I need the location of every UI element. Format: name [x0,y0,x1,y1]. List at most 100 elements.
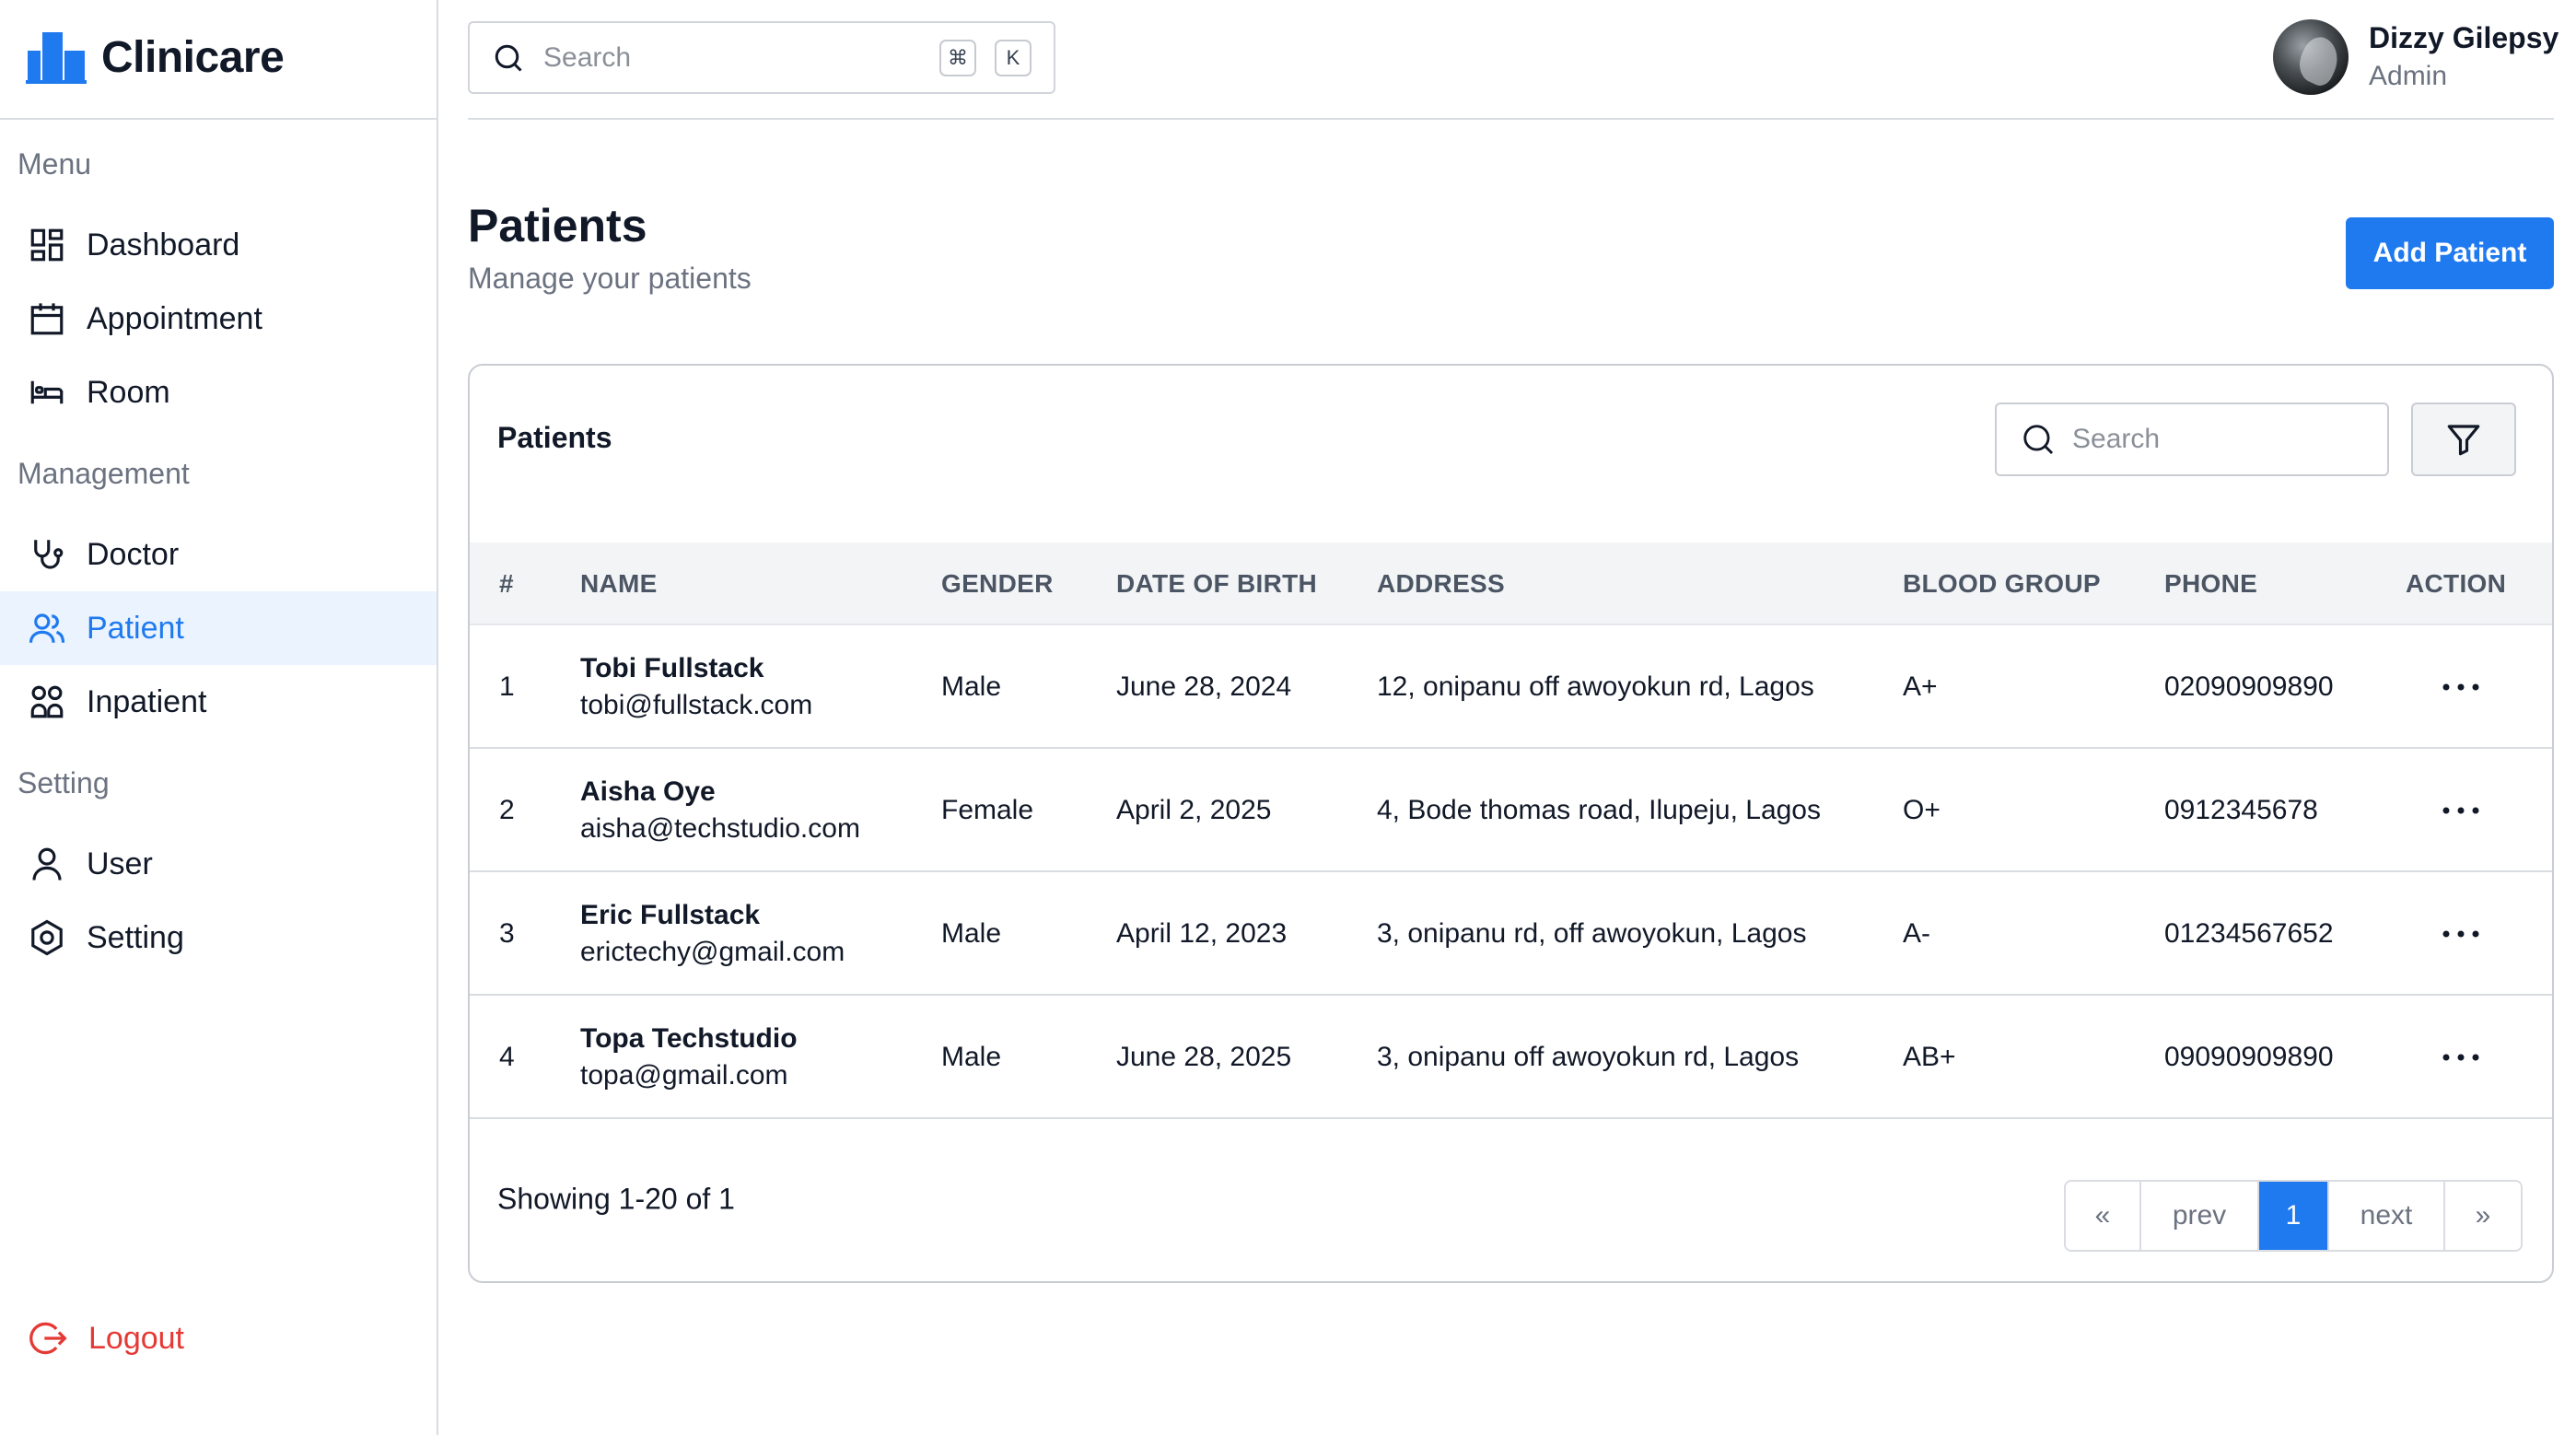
patient-name-cell: Eric Fullstack erictechy@gmail.com [580,872,845,996]
dashboard-icon [30,228,64,262]
patient-address: 12, onipanu off awoyokun rd, Lagos [1377,671,1814,702]
patient-blood-group: AB+ [1903,1042,1956,1072]
card-title: Patients [497,421,612,454]
table-row[interactable]: 2 Aisha Oye aisha@techstudio.com Female … [470,749,2552,872]
sidebar-item-setting[interactable]: Setting [0,901,437,974]
sidebar-item-user[interactable]: User [0,827,437,901]
sidebar-item-room[interactable]: Room [0,356,437,429]
patient-email: erictechy@gmail.com [580,937,845,967]
patient-dob: June 28, 2024 [1116,671,1292,702]
users-icon [29,613,65,643]
more-horizontal-icon [2442,683,2479,691]
sidebar-item-label: Appointment [87,300,262,336]
pagination-next-button[interactable]: next [2329,1182,2445,1250]
table-search-input[interactable]: Search [1995,402,2389,476]
patient-phone: 01234567652 [2164,918,2334,949]
patient-dob: April 12, 2023 [1116,918,1288,949]
sidebar-item-inpatient[interactable]: Inpatient [0,665,437,739]
pagination-last-button[interactable]: » [2445,1182,2521,1250]
user-profile[interactable]: Dizzy Gilepsy Admin [2273,18,2559,96]
sidebar-item-label: Dashboard [87,227,240,262]
avatar [2273,19,2349,95]
more-horizontal-icon [2442,930,2479,938]
search-icon [495,44,522,72]
row-actions-button[interactable] [2441,625,2481,749]
topbar-divider [468,118,2554,120]
row-actions-button[interactable] [2441,749,2481,872]
patient-dob: June 28, 2025 [1116,1042,1292,1072]
building-logo-icon [26,32,87,84]
pagination-summary: Showing 1-20 of 1 [497,1182,735,1216]
column-header-action: ACTION [2406,569,2507,598]
filter-button[interactable] [2411,402,2516,476]
column-header-index: # [499,569,514,598]
pagination-prev-button[interactable]: prev [2141,1182,2259,1250]
patient-email: tobi@fullstack.com [580,690,813,720]
column-header-blood-group: BLOOD GROUP [1903,569,2101,598]
sidebar: Clinicare Menu Dashboard Appointment Roo… [0,0,438,1435]
table-row[interactable]: 4 Topa Techstudio topa@gmail.com Male Ju… [470,996,2552,1119]
patient-gender: Male [941,671,1002,702]
sidebar-item-dashboard[interactable]: Dashboard [0,208,437,282]
row-index: 3 [499,918,515,949]
column-header-phone: PHONE [2164,569,2258,598]
pagination-first-button[interactable]: « [2066,1182,2141,1250]
patient-email: aisha@techstudio.com [580,813,860,844]
patient-name: Tobi Fullstack [580,653,764,683]
logout-button[interactable]: Logout [0,1301,437,1375]
row-index: 1 [499,671,515,702]
patient-name-cell: Aisha Oye aisha@techstudio.com [580,749,860,872]
pagination: « prev 1 next » [2064,1180,2523,1252]
add-patient-button[interactable]: Add Patient [2346,217,2554,289]
sidebar-item-appointment[interactable]: Appointment [0,282,437,356]
sidebar-item-patient[interactable]: Patient [0,591,437,665]
patient-blood-group: A- [1903,918,1930,949]
settings-hex-icon [31,919,63,956]
sidebar-item-label: Inpatient [87,683,207,719]
table-row[interactable]: 3 Eric Fullstack erictechy@gmail.com Mal… [470,872,2552,996]
sidebar-item-doctor[interactable]: Doctor [0,518,437,591]
patient-address: 3, onipanu off awoyokun rd, Lagos [1377,1042,1800,1072]
global-search[interactable]: Search ⌘ K [468,21,1055,94]
user-name: Dizzy Gilepsy [2369,21,2559,54]
column-header-dob: DATE OF BIRTH [1116,569,1318,598]
patient-blood-group: O+ [1903,795,1941,825]
user-icon [32,847,62,881]
stethoscope-icon [34,540,64,569]
table-search-placeholder: Search [2072,424,2161,454]
column-header-address: ADDRESS [1377,569,1506,598]
row-index: 4 [499,1042,515,1072]
patient-dob: April 2, 2025 [1116,795,1272,825]
column-header-gender: GENDER [941,569,1054,598]
section-label-management: Management [17,457,190,490]
row-actions-button[interactable] [2441,872,2481,996]
search-icon [2023,425,2054,455]
global-search-placeholder: Search [543,41,632,73]
more-horizontal-icon [2442,807,2479,814]
logout-icon [29,1322,67,1355]
row-index: 2 [499,795,515,825]
row-actions-button[interactable] [2441,996,2481,1119]
patient-address: 4, Bode thomas road, Ilupeju, Lagos [1377,795,1821,825]
section-label-setting: Setting [17,766,110,799]
table-row[interactable]: 1 Tobi Fullstack tobi@fullstack.com Male… [470,625,2552,749]
patient-gender: Female [941,795,1034,825]
page-title: Patients [468,200,647,251]
patient-gender: Male [941,918,1002,949]
patient-name-cell: Tobi Fullstack tobi@fullstack.com [580,625,812,749]
patient-gender: Male [941,1042,1002,1072]
column-header-name: NAME [580,569,658,598]
section-label-menu: Menu [17,147,92,181]
app-logo[interactable]: Clinicare [26,24,285,90]
patient-name: Eric Fullstack [580,900,761,930]
pagination-page-button[interactable]: 1 [2259,1182,2329,1250]
shortcut-key-k: K [995,39,1032,76]
grid-people-icon [30,685,64,718]
shortcut-key-command: ⌘ [939,39,976,76]
user-role: Admin [2369,61,2448,91]
patient-name: Topa Techstudio [580,1023,798,1054]
sidebar-item-label: Patient [87,610,184,646]
sidebar-item-label: Setting [87,919,184,955]
more-horizontal-icon [2442,1054,2479,1061]
sidebar-item-label: Room [87,374,170,410]
